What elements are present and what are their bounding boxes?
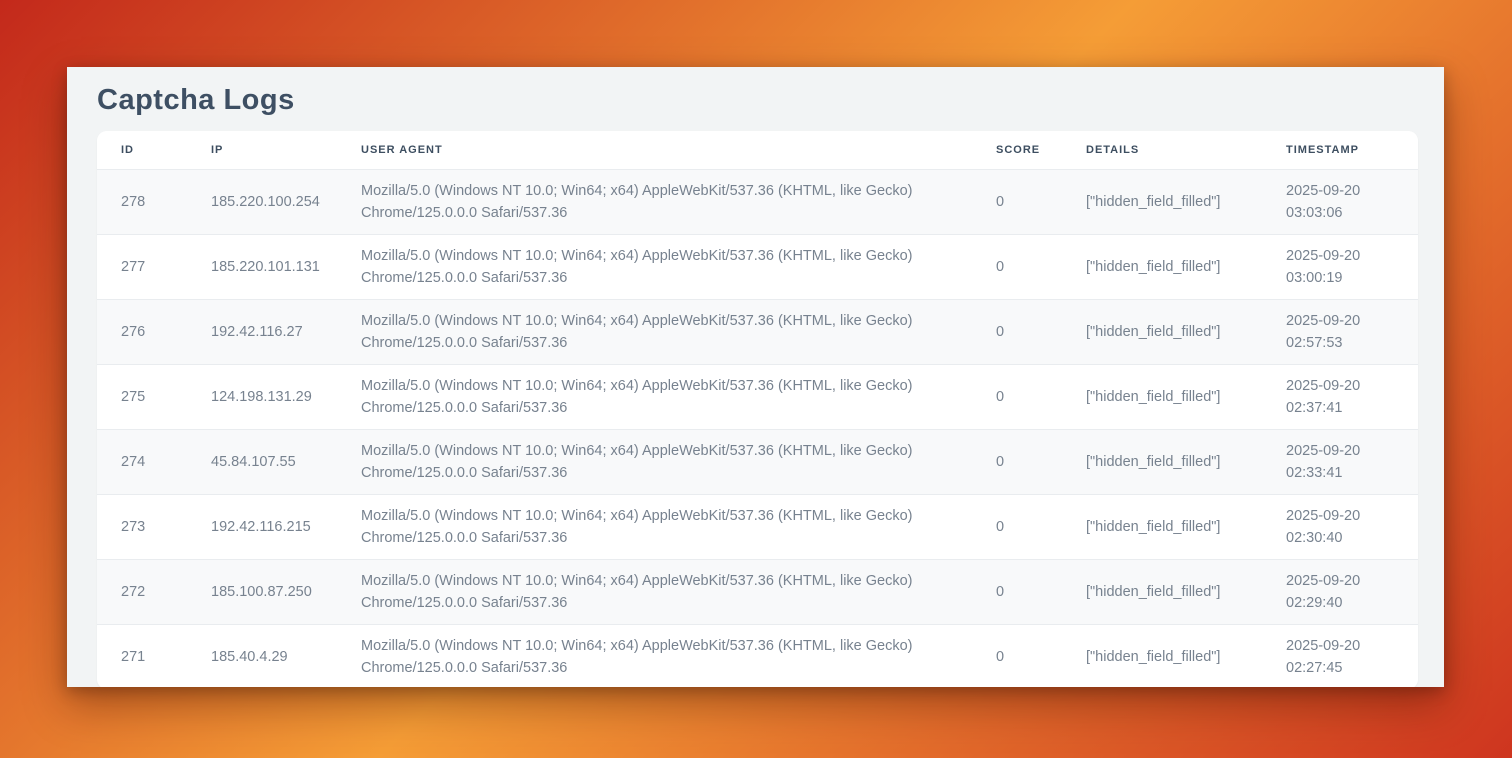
cell-id: 274 xyxy=(97,429,187,494)
cell-timestamp: 2025-09-20 02:37:41 xyxy=(1262,364,1418,429)
cell-timestamp: 2025-09-20 02:27:45 xyxy=(1262,624,1418,687)
cell-ip: 45.84.107.55 xyxy=(187,429,337,494)
logs-table-body: 278 185.220.100.254 Mozilla/5.0 (Windows… xyxy=(97,169,1418,687)
cell-score: 0 xyxy=(972,234,1062,299)
cell-id: 273 xyxy=(97,494,187,559)
cell-details: ["hidden_field_filled"] xyxy=(1062,559,1262,624)
cell-timestamp: 2025-09-20 03:03:06 xyxy=(1262,169,1418,234)
table-row: 272 185.100.87.250 Mozilla/5.0 (Windows … xyxy=(97,559,1418,624)
cell-user-agent: Mozilla/5.0 (Windows NT 10.0; Win64; x64… xyxy=(337,624,972,687)
cell-details: ["hidden_field_filled"] xyxy=(1062,169,1262,234)
cell-score: 0 xyxy=(972,624,1062,687)
cell-user-agent: Mozilla/5.0 (Windows NT 10.0; Win64; x64… xyxy=(337,559,972,624)
cell-score: 0 xyxy=(972,364,1062,429)
cell-user-agent: Mozilla/5.0 (Windows NT 10.0; Win64; x64… xyxy=(337,299,972,364)
logs-table: ID IP USER AGENT SCORE DETAILS TIMESTAMP… xyxy=(97,131,1418,687)
cell-timestamp: 2025-09-20 02:30:40 xyxy=(1262,494,1418,559)
column-header-timestamp: TIMESTAMP xyxy=(1262,131,1418,169)
captcha-logs-panel: Captcha Logs ID IP USER AGENT SCORE DETA… xyxy=(67,67,1444,687)
cell-score: 0 xyxy=(972,299,1062,364)
cell-id: 271 xyxy=(97,624,187,687)
cell-id: 272 xyxy=(97,559,187,624)
cell-id: 275 xyxy=(97,364,187,429)
table-row: 277 185.220.101.131 Mozilla/5.0 (Windows… xyxy=(97,234,1418,299)
cell-user-agent: Mozilla/5.0 (Windows NT 10.0; Win64; x64… xyxy=(337,494,972,559)
cell-ip: 192.42.116.215 xyxy=(187,494,337,559)
cell-user-agent: Mozilla/5.0 (Windows NT 10.0; Win64; x64… xyxy=(337,429,972,494)
cell-user-agent: Mozilla/5.0 (Windows NT 10.0; Win64; x64… xyxy=(337,169,972,234)
column-header-score: SCORE xyxy=(972,131,1062,169)
table-row: 274 45.84.107.55 Mozilla/5.0 (Windows NT… xyxy=(97,429,1418,494)
cell-score: 0 xyxy=(972,169,1062,234)
table-row: 273 192.42.116.215 Mozilla/5.0 (Windows … xyxy=(97,494,1418,559)
cell-ip: 124.198.131.29 xyxy=(187,364,337,429)
cell-score: 0 xyxy=(972,494,1062,559)
cell-ip: 185.220.100.254 xyxy=(187,169,337,234)
cell-timestamp: 2025-09-20 02:57:53 xyxy=(1262,299,1418,364)
cell-score: 0 xyxy=(972,429,1062,494)
cell-timestamp: 2025-09-20 03:00:19 xyxy=(1262,234,1418,299)
cell-ip: 185.40.4.29 xyxy=(187,624,337,687)
table-row: 271 185.40.4.29 Mozilla/5.0 (Windows NT … xyxy=(97,624,1418,687)
cell-details: ["hidden_field_filled"] xyxy=(1062,494,1262,559)
cell-ip: 185.100.87.250 xyxy=(187,559,337,624)
page-title: Captcha Logs xyxy=(67,67,1444,131)
table-row: 276 192.42.116.27 Mozilla/5.0 (Windows N… xyxy=(97,299,1418,364)
cell-user-agent: Mozilla/5.0 (Windows NT 10.0; Win64; x64… xyxy=(337,364,972,429)
column-header-id: ID xyxy=(97,131,187,169)
cell-score: 0 xyxy=(972,559,1062,624)
cell-details: ["hidden_field_filled"] xyxy=(1062,429,1262,494)
cell-ip: 185.220.101.131 xyxy=(187,234,337,299)
column-header-ip: IP xyxy=(187,131,337,169)
table-row: 278 185.220.100.254 Mozilla/5.0 (Windows… xyxy=(97,169,1418,234)
column-header-user-agent: USER AGENT xyxy=(337,131,972,169)
logs-table-container: ID IP USER AGENT SCORE DETAILS TIMESTAMP… xyxy=(97,131,1418,687)
cell-ip: 192.42.116.27 xyxy=(187,299,337,364)
column-header-details: DETAILS xyxy=(1062,131,1262,169)
desktop-background: { "page_title": "Captcha Logs", "theme":… xyxy=(0,0,1512,758)
table-row: 275 124.198.131.29 Mozilla/5.0 (Windows … xyxy=(97,364,1418,429)
cell-id: 276 xyxy=(97,299,187,364)
cell-details: ["hidden_field_filled"] xyxy=(1062,624,1262,687)
cell-details: ["hidden_field_filled"] xyxy=(1062,234,1262,299)
cell-timestamp: 2025-09-20 02:33:41 xyxy=(1262,429,1418,494)
cell-id: 278 xyxy=(97,169,187,234)
table-header-row: ID IP USER AGENT SCORE DETAILS TIMESTAMP xyxy=(97,131,1418,169)
cell-timestamp: 2025-09-20 02:29:40 xyxy=(1262,559,1418,624)
cell-id: 277 xyxy=(97,234,187,299)
cell-details: ["hidden_field_filled"] xyxy=(1062,299,1262,364)
cell-user-agent: Mozilla/5.0 (Windows NT 10.0; Win64; x64… xyxy=(337,234,972,299)
cell-details: ["hidden_field_filled"] xyxy=(1062,364,1262,429)
